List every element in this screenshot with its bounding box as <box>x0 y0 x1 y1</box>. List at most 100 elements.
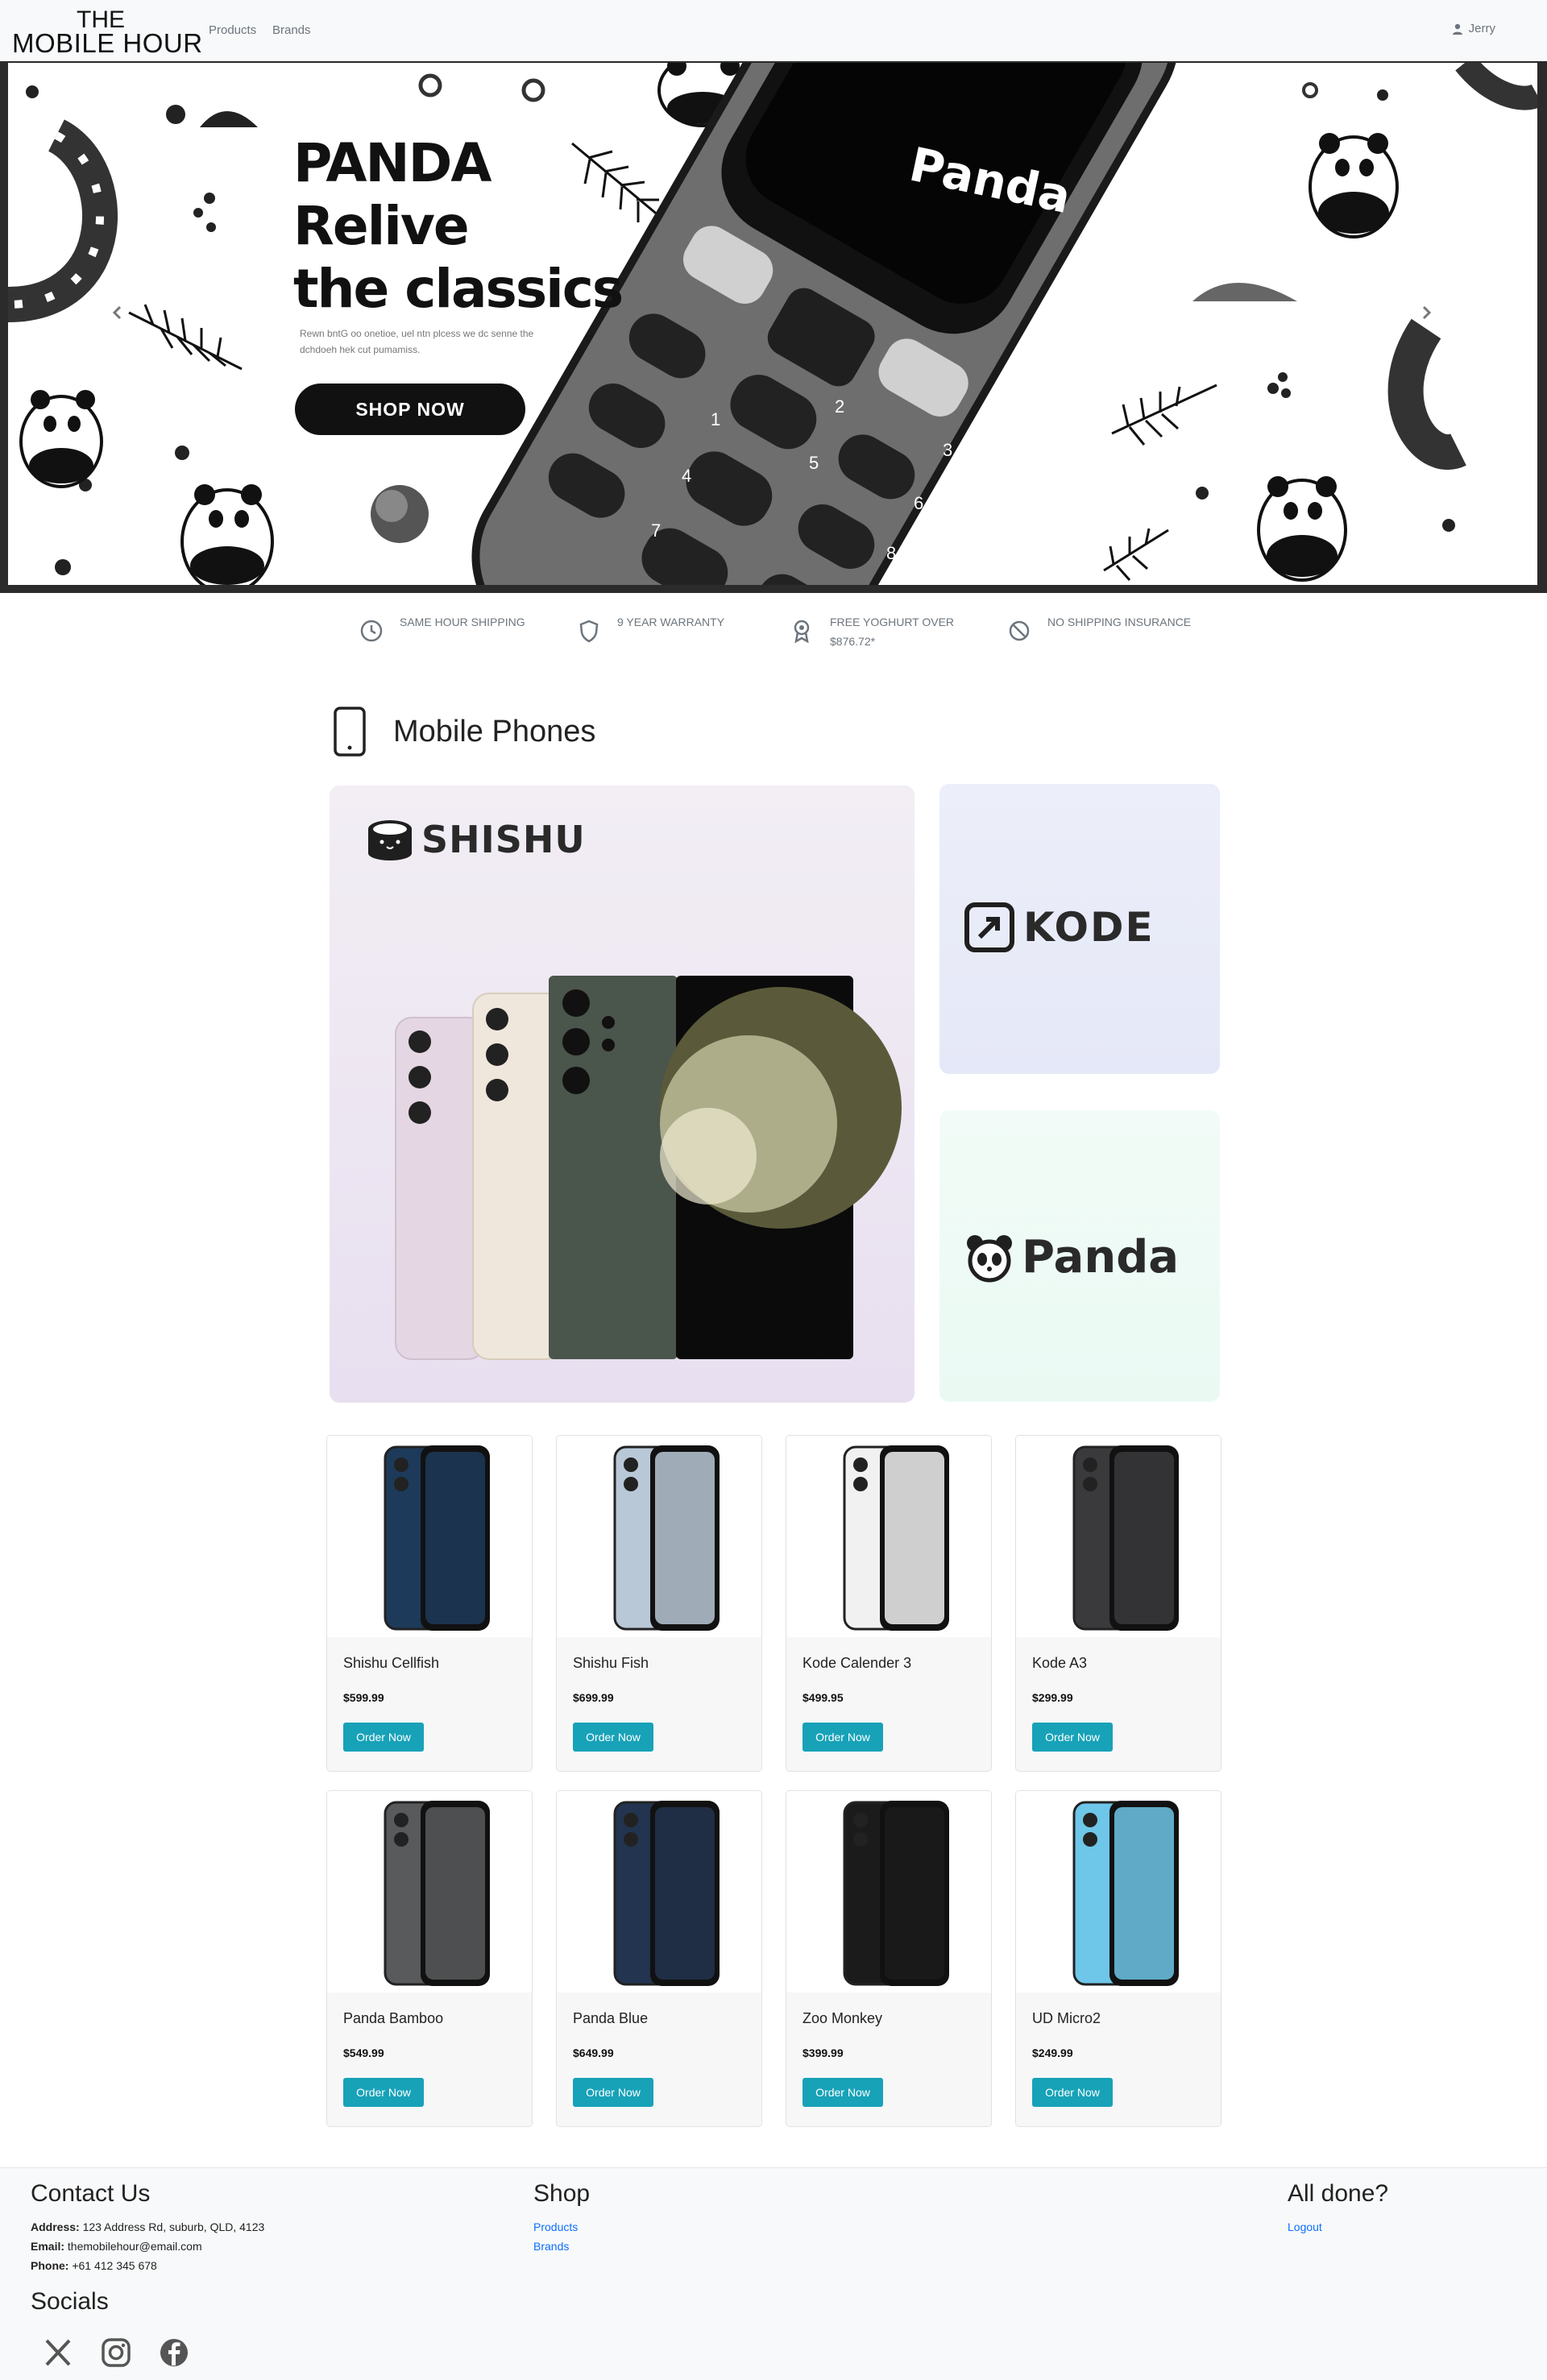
nav-link-products[interactable]: Products <box>209 23 256 37</box>
product-card-body: Shishu Cellfish $599.99 Order Now <box>327 1637 532 1771</box>
product-name: Kode Calender 3 <box>803 1655 912 1671</box>
footer-email-label: Email: <box>31 2240 65 2253</box>
hero-headline-line-3: the classics <box>293 258 624 320</box>
footer-link-products[interactable]: Products <box>533 2220 578 2233</box>
feature-yoghurt-label: FREE YOGHURT OVER <box>830 616 955 628</box>
product-price: $399.99 <box>803 2046 844 2059</box>
user-name: Jerry <box>1468 22 1495 35</box>
order-now-button[interactable]: Order Now <box>1032 1723 1113 1752</box>
hero-headline-line-2: Relive <box>293 195 470 257</box>
brand-tile-kode[interactable]: KODE <box>939 784 1220 1074</box>
product-card: Zoo Monkey $399.99 Order Now <box>786 1790 992 2127</box>
ban-icon <box>1009 620 1030 641</box>
logout-link[interactable]: Logout <box>1288 2220 1322 2233</box>
product-name: Kode A3 <box>1032 1655 1088 1671</box>
keypad-key-7: 7 <box>651 520 662 541</box>
order-now-button[interactable]: Order Now <box>343 2078 424 2107</box>
hero-decoration <box>8 63 1537 585</box>
section-title: Mobile Phones <box>393 714 596 748</box>
person-icon <box>1452 23 1462 35</box>
product-price: $649.99 <box>573 2046 614 2059</box>
award-icon <box>794 620 810 643</box>
keypad-key-6: 6 <box>914 493 924 513</box>
product-card: Shishu Fish $699.99 Order Now <box>556 1435 762 1772</box>
product-image[interactable] <box>1016 1436 1221 1637</box>
chevron-left-icon <box>112 305 122 320</box>
kode-logo: KODE <box>964 902 1155 953</box>
product-card-body: Zoo Monkey $399.99 Order Now <box>786 1992 991 2126</box>
product-card-body: Kode A3 $299.99 Order Now <box>1016 1637 1221 1771</box>
kode-wordmark: KODE <box>1023 904 1155 951</box>
product-image[interactable] <box>557 1436 761 1637</box>
product-name: Shishu Cellfish <box>343 1655 440 1671</box>
order-now-button[interactable]: Order Now <box>1032 2078 1113 2107</box>
product-image[interactable] <box>327 1436 532 1637</box>
brand-logo[interactable]: THE MOBILE HOUR <box>12 8 202 58</box>
keypad-key-5: 5 <box>809 453 819 473</box>
shishu-phones-image <box>395 976 902 1360</box>
shop-now-button[interactable]: SHOP NOW <box>295 384 525 435</box>
product-card-body: Shishu Fish $699.99 Order Now <box>557 1637 761 1771</box>
product-image[interactable] <box>1016 1791 1221 1992</box>
footer-shop-title: Shop <box>533 2180 591 2207</box>
feature-shipping: SAME HOUR SHIPPING <box>359 612 525 643</box>
carousel-prev-button[interactable] <box>108 303 127 322</box>
feature-yoghurt-amount: $876.72* <box>830 635 876 648</box>
feature-shipping-label: SAME HOUR SHIPPING <box>400 616 525 628</box>
brand-tile-shishu[interactable]: SHISHU <box>330 786 915 1403</box>
order-now-button[interactable]: Order Now <box>803 1723 883 1752</box>
instagram-social-link[interactable] <box>100 2336 132 2369</box>
product-image[interactable] <box>786 1436 991 1637</box>
feature-insurance: NO SHIPPING INSURANCE <box>1007 612 1191 643</box>
product-image[interactable] <box>327 1791 532 1992</box>
panda-icon <box>967 1234 1012 1282</box>
chevron-right-icon <box>1422 305 1432 320</box>
facebook-social-link[interactable] <box>158 2336 190 2369</box>
product-card: Kode Calender 3 $499.95 Order Now <box>786 1435 992 1772</box>
keypad-key-2: 2 <box>835 396 845 417</box>
carousel-next-button[interactable] <box>1416 303 1436 322</box>
footer-address-value: 123 Address Rd, suburb, QLD, 4123 <box>82 2220 265 2233</box>
phone-icon <box>334 707 366 757</box>
product-price: $299.99 <box>1032 1691 1073 1704</box>
footer-done-title: All done? <box>1288 2180 1389 2207</box>
product-card: Shishu Cellfish $599.99 Order Now <box>326 1435 533 1772</box>
product-image[interactable] <box>557 1791 761 1992</box>
x-social-link[interactable] <box>42 2336 74 2369</box>
footer-contact-title: Contact Us <box>31 2180 151 2207</box>
footer-address-label: Address: <box>31 2220 80 2233</box>
product-price: $699.99 <box>573 1691 614 1704</box>
footer-email-value: themobilehour@email.com <box>67 2240 202 2253</box>
footer-email: Email: themobilehour@email.com <box>31 2240 202 2253</box>
feature-warranty-label: 9 YEAR WARRANTY <box>617 616 725 628</box>
hero-headline: PANDA Relive the classics <box>293 132 624 321</box>
order-now-button[interactable]: Order Now <box>573 2078 653 2107</box>
hero-headline-line-1: PANDA <box>293 132 492 194</box>
product-card-body: Panda Bamboo $549.99 Order Now <box>327 1992 532 2126</box>
panda-wordmark: Panda <box>1022 1231 1180 1283</box>
clock-icon <box>360 620 383 642</box>
product-card-body: Kode Calender 3 $499.95 Order Now <box>786 1637 991 1771</box>
product-name: Panda Bamboo <box>343 2010 444 2026</box>
instagram-icon <box>102 2338 131 2367</box>
navbar: THE MOBILE HOUR Products Brands Jerry <box>0 0 1547 61</box>
order-now-button[interactable]: Order Now <box>803 2078 883 2107</box>
order-now-button[interactable]: Order Now <box>343 1723 424 1752</box>
keypad-key-3: 3 <box>943 440 953 460</box>
feature-warranty: 9 YEAR WARRANTY <box>577 612 724 643</box>
product-price: $249.99 <box>1032 2046 1073 2059</box>
footer-socials-title: Socials <box>31 2288 109 2315</box>
product-card: Kode A3 $299.99 Order Now <box>1015 1435 1221 1772</box>
user-menu[interactable]: Jerry <box>1451 22 1495 35</box>
footer-phone: Phone: +61 412 345 678 <box>31 2259 157 2272</box>
footer-link-brands[interactable]: Brands <box>533 2240 569 2253</box>
brand-tile-panda[interactable]: Panda <box>939 1110 1220 1402</box>
product-image[interactable] <box>786 1791 991 1992</box>
product-card: Panda Blue $649.99 Order Now <box>556 1790 762 2127</box>
product-price: $599.99 <box>343 1691 384 1704</box>
features-bar: SAME HOUR SHIPPING 9 YEAR WARRANTY FREE … <box>0 612 1547 661</box>
nav-link-brands[interactable]: Brands <box>272 23 311 37</box>
order-now-button[interactable]: Order Now <box>573 1723 653 1752</box>
product-card-body: Panda Blue $649.99 Order Now <box>557 1992 761 2126</box>
hero-subtext: Rewn bntG oo onetioe, uel ntn plcess we … <box>300 328 534 355</box>
